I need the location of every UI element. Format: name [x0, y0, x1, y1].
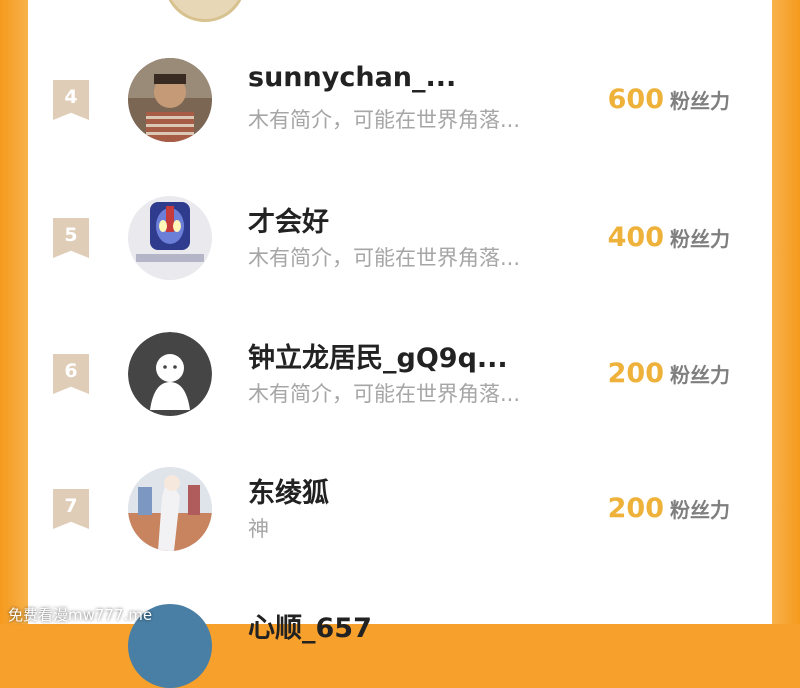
ranking-list-panel: 4 sunnychan_... 木有简介，可能在世界角落... 600 粉丝力 5	[28, 0, 772, 688]
site-watermark: 免费看漫mw777.me	[8, 606, 153, 624]
anime-art-avatar-icon[interactable]	[128, 467, 212, 551]
user-name[interactable]: 才会好	[248, 200, 329, 239]
boy-photo-avatar-icon[interactable]	[128, 58, 212, 142]
user-name[interactable]: 钟立龙居民_gQ9q...	[248, 336, 508, 375]
fans-count: 600	[607, 84, 664, 115]
user-bio: 木有简介，可能在世界角落...	[248, 246, 521, 270]
rank-badge: 7	[53, 489, 89, 529]
ranking-row[interactable]: 7 东绫狐 神 200 粉丝力	[28, 467, 772, 567]
rank-badge: 5	[53, 218, 89, 258]
rank-badge: 6	[53, 354, 89, 394]
user-name[interactable]: 心顺_657	[248, 606, 372, 645]
fans-label: 粉丝力	[670, 363, 730, 387]
ranking-row[interactable]: 6 钟立龙居民_gQ9q... 木有简介，可能在世界角落... 200 粉丝力	[28, 332, 772, 432]
fans-power: 200 粉丝力	[608, 358, 730, 389]
user-bio: 神	[248, 517, 269, 541]
fans-count: 200	[607, 358, 664, 389]
right-orange-frame	[772, 0, 800, 624]
fans-count: 400	[607, 222, 664, 253]
left-orange-frame	[0, 0, 28, 624]
ranking-row[interactable]: 5 才会好 木有简介，可能在世界角落... 400 粉丝力	[28, 196, 772, 296]
partial-avatar-previous	[164, 0, 246, 22]
fans-label: 粉丝力	[670, 498, 730, 522]
fans-power: 200 粉丝力	[608, 493, 730, 524]
user-bio: 木有简介，可能在世界角落...	[248, 382, 521, 406]
rank-badge: 4	[53, 80, 89, 120]
ranking-row[interactable]: 4 sunnychan_... 木有简介，可能在世界角落... 600 粉丝力	[28, 58, 772, 158]
user-name[interactable]: 东绫狐	[248, 471, 329, 510]
fans-power: 400 粉丝力	[608, 222, 730, 253]
fans-label: 粉丝力	[670, 89, 730, 113]
default-user-avatar-icon[interactable]	[128, 332, 212, 416]
ultraman-avatar-icon[interactable]	[128, 196, 212, 280]
fans-count: 200	[607, 493, 664, 524]
fans-label: 粉丝力	[670, 227, 730, 251]
user-bio: 木有简介，可能在世界角落...	[248, 108, 521, 132]
user-name[interactable]: sunnychan_...	[248, 62, 456, 93]
fans-power: 600 粉丝力	[608, 84, 730, 115]
